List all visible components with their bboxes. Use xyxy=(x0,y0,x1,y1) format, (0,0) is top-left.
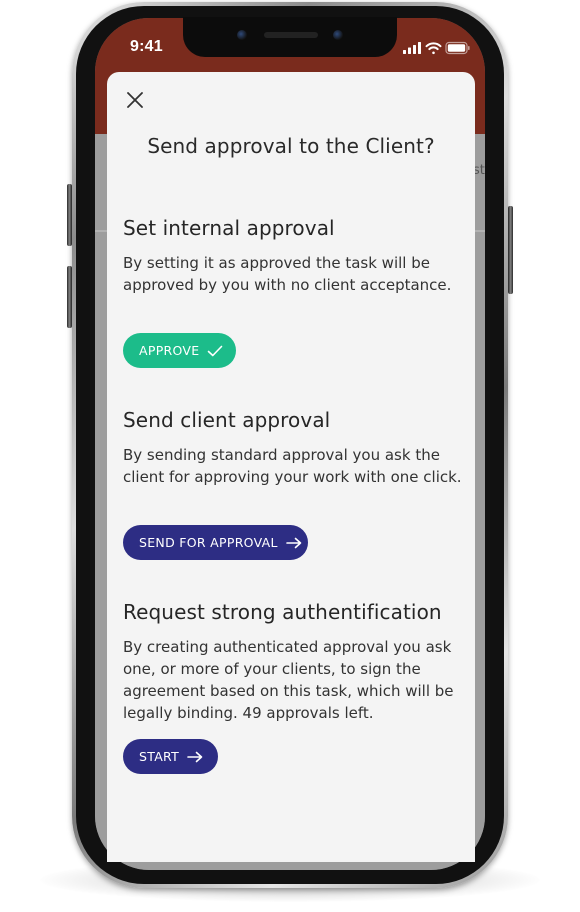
approve-button-label: APPROVE xyxy=(139,343,200,358)
status-time: 9:41 xyxy=(130,38,163,55)
earpiece-speaker xyxy=(264,32,318,38)
dialog-title: Send approval to the Client? xyxy=(147,134,435,158)
client-approval-description: By sending standard approval you ask the… xyxy=(123,446,462,486)
send-for-approval-button[interactable]: SEND FOR APPROVAL xyxy=(123,525,308,560)
internal-approval-heading: Set internal approval xyxy=(123,216,335,240)
front-sensor xyxy=(333,30,343,40)
send-for-approval-label: SEND FOR APPROVAL xyxy=(139,535,278,550)
approve-button[interactable]: APPROVE xyxy=(123,333,236,368)
start-button[interactable]: START xyxy=(123,739,218,774)
close-icon xyxy=(127,92,143,108)
start-button-label: START xyxy=(139,749,180,764)
dialog-bottom xyxy=(107,858,475,862)
status-icons xyxy=(402,40,470,56)
check-icon xyxy=(207,345,223,357)
power-button xyxy=(508,206,513,294)
arrow-right-icon xyxy=(187,751,203,763)
internal-approval-description: By setting it as approved the task will … xyxy=(123,254,452,294)
arrow-right-icon xyxy=(285,537,302,549)
status-indicators xyxy=(403,41,470,55)
wifi-icon xyxy=(425,42,442,55)
strong-auth-description: By creating authenticated approval you a… xyxy=(123,638,454,722)
device-mockup: st 9:41 Send approval to the Client? Set… xyxy=(0,0,580,912)
strong-auth-heading: Request strong authentification xyxy=(123,600,442,624)
battery-icon xyxy=(445,41,470,55)
client-approval-heading: Send client approval xyxy=(123,408,331,432)
front-camera xyxy=(237,30,247,40)
cellular-signal-icon xyxy=(403,42,421,54)
close-button[interactable] xyxy=(124,89,146,111)
